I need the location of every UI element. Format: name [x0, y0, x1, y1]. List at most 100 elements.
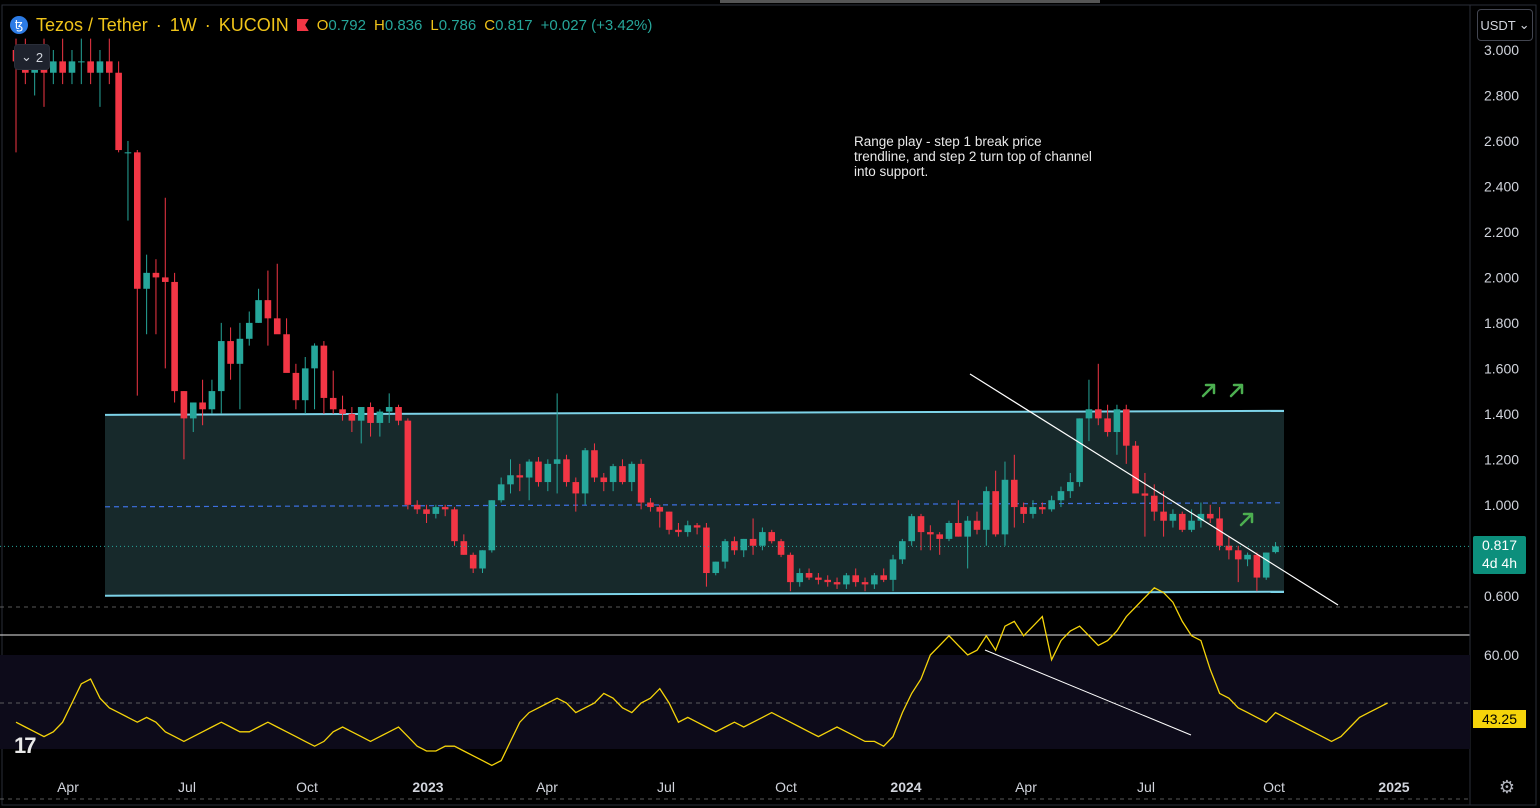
candle-body: [1141, 493, 1149, 496]
change-value: +0.027 (+3.42%): [540, 16, 653, 34]
interval-label[interactable]: 1W: [170, 15, 197, 36]
time-tick-label: Jul: [178, 779, 196, 795]
gear-icon[interactable]: ⚙: [1497, 777, 1517, 797]
price-tick-label: 2.000: [1484, 269, 1519, 285]
tradingview-logo-icon[interactable]: 17: [14, 733, 37, 759]
price-tick-label: 1.800: [1484, 315, 1519, 331]
candle-body: [656, 507, 664, 512]
breakout-arrow-1: [1201, 383, 1216, 398]
time-tick-label: Apr: [1015, 779, 1037, 795]
candle-body: [880, 575, 887, 580]
candle-body: [731, 541, 738, 551]
candle-body: [152, 272, 160, 278]
candle-body: [1011, 479, 1018, 508]
low-label: L: [430, 16, 439, 34]
candle-body: [124, 152, 132, 154]
exchange-label[interactable]: KUCOIN: [219, 15, 289, 36]
chevron-down-icon: ⌄: [21, 49, 32, 64]
candle-body: [619, 466, 626, 483]
candle-body: [292, 372, 300, 401]
currency-label: USDT: [1480, 17, 1516, 33]
candle-body: [106, 61, 113, 73]
candle-body: [1029, 507, 1037, 514]
close-value: 0.817: [495, 16, 533, 34]
price-tick-label: 1.000: [1484, 497, 1519, 513]
candle-body: [227, 341, 234, 364]
candle-body: [889, 559, 897, 580]
candle-body: [591, 450, 598, 478]
candle-body: [572, 482, 580, 494]
candle-body: [441, 507, 449, 510]
flag-icon[interactable]: [296, 19, 309, 31]
candle-body: [78, 61, 85, 63]
candle-body: [115, 72, 122, 151]
candle-body: [787, 554, 794, 583]
candle-body: [936, 534, 943, 539]
candle-body: [255, 300, 262, 323]
time-tick-label: Oct: [296, 779, 318, 795]
indicators-collapse-button[interactable]: ⌄ 2: [14, 44, 51, 70]
candle-body: [497, 484, 505, 501]
candle-body: [1085, 409, 1093, 419]
candle-body: [721, 541, 729, 562]
candle-body: [395, 407, 402, 421]
arrow-up-right-icon: [1201, 383, 1216, 398]
candle-body: [1020, 507, 1027, 514]
time-tick-label: Apr: [57, 779, 79, 795]
price-tick-label: 2.400: [1484, 178, 1519, 194]
open-label: O: [316, 16, 329, 34]
candle-body: [451, 509, 458, 542]
candle-body: [1244, 554, 1251, 560]
candle-body: [693, 525, 701, 528]
rsi-tick-label: 60.00: [1484, 647, 1519, 663]
candle-body: [180, 391, 188, 419]
time-tick-label: 2023: [412, 779, 443, 795]
ohlc-values: O0.792 H0.836 L0.786 C0.817 +0.027 (+3.4…: [317, 17, 653, 34]
rsi-band: [0, 655, 1470, 749]
candle-body: [516, 475, 524, 478]
symbol-name[interactable]: Tezos / Tether: [36, 15, 148, 36]
candle-body: [68, 61, 76, 73]
high-label: H: [373, 16, 385, 34]
candle-body: [1160, 511, 1167, 521]
candle-body: [759, 532, 766, 546]
candle-body: [189, 402, 197, 419]
price-tick-label: 1.600: [1484, 360, 1519, 376]
time-tick-label: Jul: [1137, 779, 1155, 795]
candle-body: [1132, 445, 1139, 494]
candle-body: [544, 463, 552, 483]
candle-body: [852, 575, 859, 583]
candle-body: [1150, 495, 1158, 512]
candle-body: [1122, 409, 1130, 446]
candle-body: [525, 461, 533, 478]
currency-selector[interactable]: USDT ⌄: [1477, 9, 1533, 41]
candle-body: [955, 522, 962, 537]
price-tick-label: 3.000: [1484, 42, 1519, 58]
candle-body: [1272, 546, 1279, 553]
candle-body: [143, 272, 150, 289]
candle-body: [1104, 418, 1111, 433]
candle-body: [927, 532, 934, 535]
price-tick-label: 2.800: [1484, 87, 1519, 103]
candle-body: [964, 520, 971, 537]
candle-body: [357, 407, 365, 421]
candle-body: [217, 341, 225, 392]
price-chart[interactable]: 3.000 2.800 2.600 2.400 2.200 2.000 1.800 1.600…: [0, 0, 1540, 808]
candle-body: [600, 477, 608, 483]
candle-body: [50, 61, 57, 73]
candle-body: [535, 461, 542, 483]
candle-body: [236, 338, 244, 364]
candle-body: [983, 491, 990, 530]
breakout-arrow-2: [1229, 383, 1244, 398]
chart-annotation[interactable]: Range play - step 1 break price trendlin…: [854, 134, 1094, 179]
candle-body: [367, 407, 374, 423]
candle-body: [507, 475, 514, 485]
time-tick-label: Apr: [536, 779, 558, 795]
candle-body: [973, 520, 981, 530]
price-tick-label: 0.600: [1484, 588, 1519, 604]
candle-body: [861, 582, 869, 585]
candle-body: [385, 407, 393, 412]
candle-body: [320, 345, 328, 398]
candle-body: [87, 61, 94, 73]
candle-body: [469, 554, 477, 569]
